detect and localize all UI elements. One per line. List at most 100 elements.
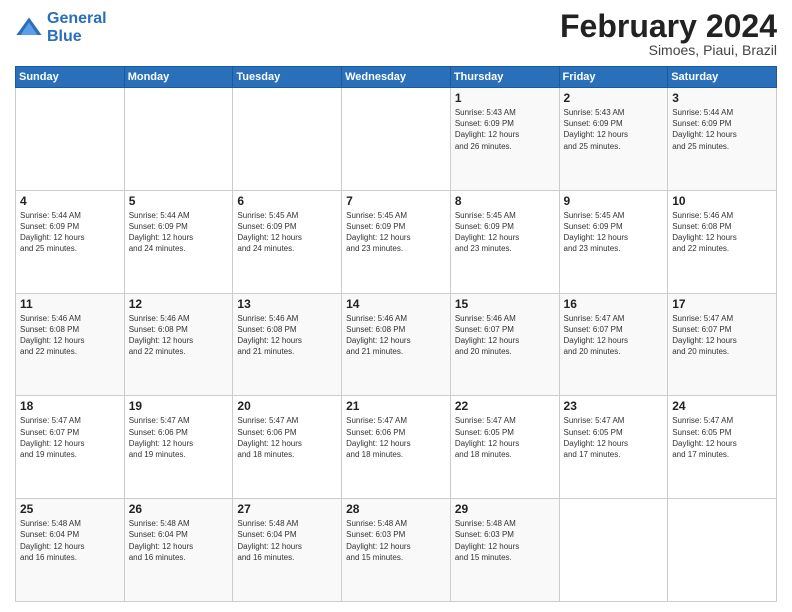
col-friday: Friday bbox=[559, 67, 668, 88]
day-info: Sunrise: 5:44 AM Sunset: 6:09 PM Dayligh… bbox=[129, 210, 229, 255]
day-number: 12 bbox=[129, 297, 229, 311]
day-info: Sunrise: 5:43 AM Sunset: 6:09 PM Dayligh… bbox=[455, 107, 555, 152]
day-number: 19 bbox=[129, 399, 229, 413]
location-subtitle: Simoes, Piaui, Brazil bbox=[560, 42, 777, 58]
calendar-cell: 25 Sunrise: 5:48 AM Sunset: 6:04 PM Dayli… bbox=[16, 499, 125, 602]
day-number: 11 bbox=[20, 297, 120, 311]
header-row: Sunday Monday Tuesday Wednesday Thursday… bbox=[16, 67, 777, 88]
day-info: Sunrise: 5:48 AM Sunset: 6:03 PM Dayligh… bbox=[455, 518, 555, 563]
day-number: 7 bbox=[346, 194, 446, 208]
day-info: Sunrise: 5:46 AM Sunset: 6:07 PM Dayligh… bbox=[455, 313, 555, 358]
day-number: 29 bbox=[455, 502, 555, 516]
day-number: 24 bbox=[672, 399, 772, 413]
day-number: 27 bbox=[237, 502, 337, 516]
calendar-cell: 26Sunrise: 5:48 AM Sunset: 6:04 PM Dayli… bbox=[124, 499, 233, 602]
calendar-cell: 2 Sunrise: 5:43 AM Sunset: 6:09 PM Daylig… bbox=[559, 88, 668, 191]
day-number: 9 bbox=[564, 194, 664, 208]
day-info: Sunrise: 5:48 AM Sunset: 6:04 PM Dayligh… bbox=[237, 518, 337, 563]
calendar-cell: 7 Sunrise: 5:45 AM Sunset: 6:09 PM Daylig… bbox=[342, 190, 451, 293]
day-number: 25 bbox=[20, 502, 120, 516]
calendar-cell bbox=[16, 88, 125, 191]
calendar-cell: 3Sunrise: 5:44 AM Sunset: 6:09 PM Daylig… bbox=[668, 88, 777, 191]
day-info: Sunrise: 5:44 AM Sunset: 6:09 PM Dayligh… bbox=[20, 210, 120, 255]
day-info: Sunrise: 5:47 AM Sunset: 6:06 PM Dayligh… bbox=[346, 415, 446, 460]
day-info: Sunrise: 5:43 AM Sunset: 6:09 PM Dayligh… bbox=[564, 107, 664, 152]
col-wednesday: Wednesday bbox=[342, 67, 451, 88]
calendar-body: 1 Sunrise: 5:43 AM Sunset: 6:09 PM Daylig… bbox=[16, 88, 777, 602]
day-info: Sunrise: 5:46 AM Sunset: 6:08 PM Dayligh… bbox=[672, 210, 772, 255]
logo-text: General Blue bbox=[47, 10, 107, 46]
day-info: Sunrise: 5:47 AM Sunset: 6:07 PM Dayligh… bbox=[564, 313, 664, 358]
month-title: February 2024 bbox=[560, 10, 777, 42]
day-info: Sunrise: 5:47 AM Sunset: 6:05 PM Dayligh… bbox=[564, 415, 664, 460]
day-number: 23 bbox=[564, 399, 664, 413]
calendar-cell bbox=[342, 88, 451, 191]
calendar-cell: 18Sunrise: 5:47 AM Sunset: 6:07 PM Dayli… bbox=[16, 396, 125, 499]
calendar-cell: 12 Sunrise: 5:46 AM Sunset: 6:08 PM Dayli… bbox=[124, 293, 233, 396]
day-number: 20 bbox=[237, 399, 337, 413]
calendar-cell bbox=[668, 499, 777, 602]
calendar-week-4: 18Sunrise: 5:47 AM Sunset: 6:07 PM Dayli… bbox=[16, 396, 777, 499]
day-number: 4 bbox=[20, 194, 120, 208]
col-tuesday: Tuesday bbox=[233, 67, 342, 88]
calendar-table: Sunday Monday Tuesday Wednesday Thursday… bbox=[15, 66, 777, 602]
day-number: 5 bbox=[129, 194, 229, 208]
day-info: Sunrise: 5:47 AM Sunset: 6:06 PM Dayligh… bbox=[129, 415, 229, 460]
day-info: Sunrise: 5:45 AM Sunset: 6:09 PM Dayligh… bbox=[455, 210, 555, 255]
day-info: Sunrise: 5:46 AM Sunset: 6:08 PM Dayligh… bbox=[237, 313, 337, 358]
header: General Blue February 2024 Simoes, Piaui… bbox=[15, 10, 777, 58]
title-block: February 2024 Simoes, Piaui, Brazil bbox=[560, 10, 777, 58]
day-number: 1 bbox=[455, 91, 555, 105]
day-info: Sunrise: 5:46 AM Sunset: 6:08 PM Dayligh… bbox=[129, 313, 229, 358]
day-info: Sunrise: 5:45 AM Sunset: 6:09 PM Dayligh… bbox=[564, 210, 664, 255]
col-thursday: Thursday bbox=[450, 67, 559, 88]
calendar-cell: 1 Sunrise: 5:43 AM Sunset: 6:09 PM Daylig… bbox=[450, 88, 559, 191]
page: General Blue February 2024 Simoes, Piaui… bbox=[0, 0, 792, 612]
day-info: Sunrise: 5:45 AM Sunset: 6:09 PM Dayligh… bbox=[346, 210, 446, 255]
day-number: 22 bbox=[455, 399, 555, 413]
calendar-cell: 11 Sunrise: 5:46 AM Sunset: 6:08 PM Dayli… bbox=[16, 293, 125, 396]
calendar-cell bbox=[124, 88, 233, 191]
day-info: Sunrise: 5:48 AM Sunset: 6:04 PM Dayligh… bbox=[20, 518, 120, 563]
day-number: 10 bbox=[672, 194, 772, 208]
day-number: 14 bbox=[346, 297, 446, 311]
day-number: 15 bbox=[455, 297, 555, 311]
calendar-cell: 27 Sunrise: 5:48 AM Sunset: 6:04 PM Dayli… bbox=[233, 499, 342, 602]
day-info: Sunrise: 5:46 AM Sunset: 6:08 PM Dayligh… bbox=[20, 313, 120, 358]
calendar-cell: 10 Sunrise: 5:46 AM Sunset: 6:08 PM Dayli… bbox=[668, 190, 777, 293]
day-info: Sunrise: 5:47 AM Sunset: 6:05 PM Dayligh… bbox=[455, 415, 555, 460]
day-number: 6 bbox=[237, 194, 337, 208]
calendar-cell: 16 Sunrise: 5:47 AM Sunset: 6:07 PM Dayli… bbox=[559, 293, 668, 396]
day-info: Sunrise: 5:47 AM Sunset: 6:06 PM Dayligh… bbox=[237, 415, 337, 460]
calendar-cell: 24 Sunrise: 5:47 AM Sunset: 6:05 PM Dayli… bbox=[668, 396, 777, 499]
calendar-cell: 13Sunrise: 5:46 AM Sunset: 6:08 PM Dayli… bbox=[233, 293, 342, 396]
calendar-cell: 5 Sunrise: 5:44 AM Sunset: 6:09 PM Daylig… bbox=[124, 190, 233, 293]
calendar-week-3: 11 Sunrise: 5:46 AM Sunset: 6:08 PM Dayli… bbox=[16, 293, 777, 396]
calendar-cell: 9 Sunrise: 5:45 AM Sunset: 6:09 PM Daylig… bbox=[559, 190, 668, 293]
day-number: 8 bbox=[455, 194, 555, 208]
day-number: 17 bbox=[672, 297, 772, 311]
calendar-cell: 6 Sunrise: 5:45 AM Sunset: 6:09 PM Daylig… bbox=[233, 190, 342, 293]
day-info: Sunrise: 5:47 AM Sunset: 6:05 PM Dayligh… bbox=[672, 415, 772, 460]
day-info: Sunrise: 5:46 AM Sunset: 6:08 PM Dayligh… bbox=[346, 313, 446, 358]
calendar-cell: 19 Sunrise: 5:47 AM Sunset: 6:06 PM Dayli… bbox=[124, 396, 233, 499]
col-monday: Monday bbox=[124, 67, 233, 88]
calendar-week-1: 1 Sunrise: 5:43 AM Sunset: 6:09 PM Daylig… bbox=[16, 88, 777, 191]
day-info: Sunrise: 5:48 AM Sunset: 6:03 PM Dayligh… bbox=[346, 518, 446, 563]
calendar-cell: 14 Sunrise: 5:46 AM Sunset: 6:08 PM Dayli… bbox=[342, 293, 451, 396]
calendar-cell: 8 Sunrise: 5:45 AM Sunset: 6:09 PM Daylig… bbox=[450, 190, 559, 293]
day-number: 2 bbox=[564, 91, 664, 105]
calendar-week-2: 4 Sunrise: 5:44 AM Sunset: 6:09 PM Daylig… bbox=[16, 190, 777, 293]
calendar-cell bbox=[559, 499, 668, 602]
day-info: Sunrise: 5:45 AM Sunset: 6:09 PM Dayligh… bbox=[237, 210, 337, 255]
calendar-cell bbox=[233, 88, 342, 191]
col-saturday: Saturday bbox=[668, 67, 777, 88]
day-number: 16 bbox=[564, 297, 664, 311]
calendar-cell: 4 Sunrise: 5:44 AM Sunset: 6:09 PM Daylig… bbox=[16, 190, 125, 293]
calendar-cell: 21Sunrise: 5:47 AM Sunset: 6:06 PM Dayli… bbox=[342, 396, 451, 499]
day-info: Sunrise: 5:48 AM Sunset: 6:04 PM Dayligh… bbox=[129, 518, 229, 563]
day-info: Sunrise: 5:47 AM Sunset: 6:07 PM Dayligh… bbox=[672, 313, 772, 358]
calendar-cell: 17 Sunrise: 5:47 AM Sunset: 6:07 PM Dayli… bbox=[668, 293, 777, 396]
calendar-cell: 28Sunrise: 5:48 AM Sunset: 6:03 PM Dayli… bbox=[342, 499, 451, 602]
day-info: Sunrise: 5:44 AM Sunset: 6:09 PM Dayligh… bbox=[672, 107, 772, 152]
